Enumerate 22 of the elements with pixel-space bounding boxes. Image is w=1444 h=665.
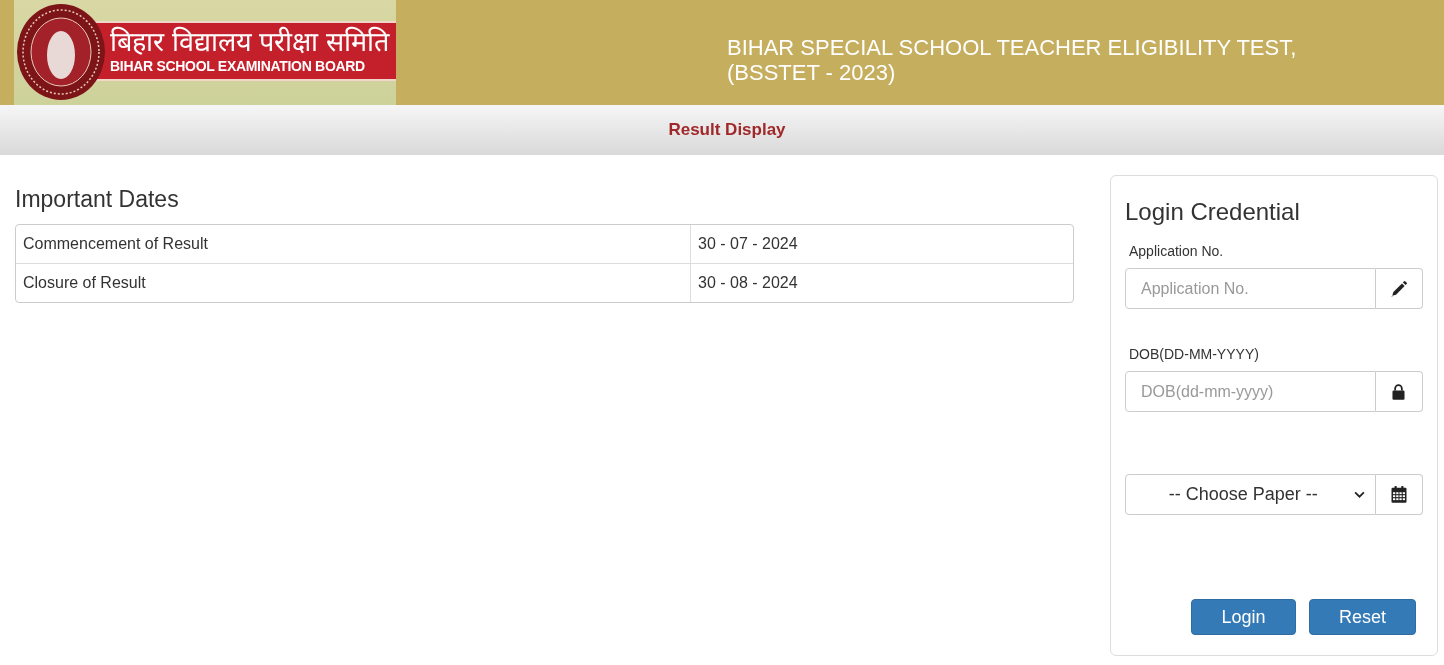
date-cell-text: 30 - 07 - 2024 [697,234,799,254]
paper-select[interactable]: -- Choose Paper -- [1125,474,1376,515]
field-label: DOB(DD-MM-YYYY) [1128,345,1260,364]
input-field[interactable]: DOB(dd-mm-yyyy) [1125,371,1376,412]
login-button[interactable]: Login [1191,599,1296,635]
reset-button[interactable]: Reset [1309,599,1416,635]
logo-english-text: BIHAR SCHOOL EXAMINATION BOARD [110,57,366,75]
result-display-title: Result Display [668,119,786,142]
seal-icon [16,3,106,101]
input-field[interactable]: Application No. [1125,268,1376,309]
panel-heading: Login Credential [1125,198,1301,226]
padlock-icon [1390,382,1408,401]
event-cell: Closure of Result [16,264,691,302]
pencil-icon [1389,279,1408,298]
chevron-down-icon [1353,491,1365,498]
logo-hindi-text: बिहार विद्यालय परीक्षा समिति [110,27,391,57]
date-cell-text: 30 - 08 - 2024 [697,273,799,293]
calendar-icon [1389,485,1408,504]
event-cell: Commencement of Result [16,225,691,263]
section-heading: Important Dates [15,186,180,212]
field-label: Application No. [1128,242,1225,261]
page-title: BIHAR SPECIAL SCHOOL TEACHER ELIGIBILITY TEST, (BSSTET - 2023) [727,34,1297,87]
